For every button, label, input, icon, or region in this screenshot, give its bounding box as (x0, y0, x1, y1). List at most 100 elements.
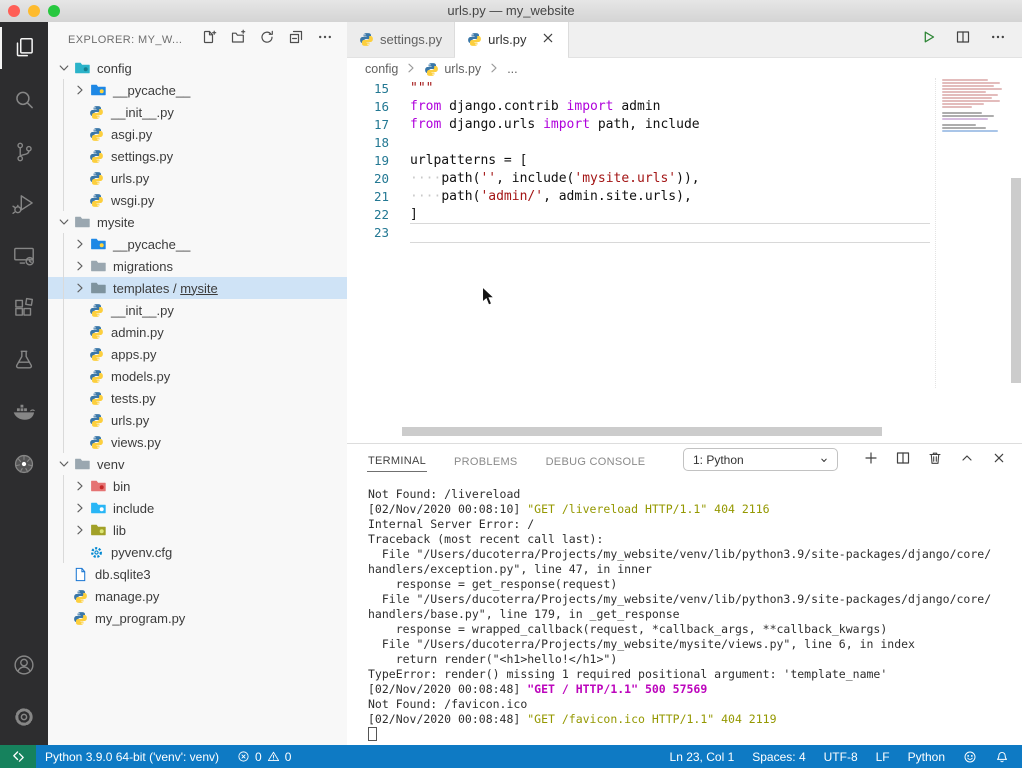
tree-item-asgi.py[interactable]: asgi.py (48, 123, 347, 145)
activity-item-run-debug[interactable] (0, 178, 48, 230)
breadcrumb-item[interactable]: ... (507, 62, 517, 76)
editor-vertical-scrollbar[interactable] (1011, 178, 1021, 383)
tree-item-include[interactable]: include (48, 497, 347, 519)
tree-item-config[interactable]: config (48, 57, 347, 79)
terminal-action-split-terminal[interactable] (895, 450, 911, 471)
extensions-icon (11, 295, 37, 321)
terminal-text: File "/Users/ducoterra/Projects/my_websi… (368, 592, 991, 606)
tree-item-templates[interactable]: templates / mysite (48, 277, 347, 299)
status-eol[interactable]: LF (867, 745, 899, 768)
tree-item-wsgi.py[interactable]: wsgi.py (48, 189, 347, 211)
minimap[interactable] (935, 78, 1006, 388)
status-feedback[interactable] (954, 745, 986, 768)
activity-item-source-control[interactable] (0, 126, 48, 178)
tree-item-__init__.py[interactable]: __init__.py (48, 299, 347, 321)
explorer-action-refresh-explorer[interactable] (259, 29, 275, 50)
tree-item-urls.py[interactable]: urls.py (48, 167, 347, 189)
search-icon (11, 87, 37, 113)
code-line[interactable]: 19urlpatterns = [ (347, 152, 1022, 170)
code-line[interactable]: 17from django.urls import path, include (347, 116, 1022, 134)
status-problems[interactable]: 0 0 (228, 745, 300, 768)
code-line[interactable]: 22] (347, 206, 1022, 224)
remote-indicator[interactable] (0, 745, 36, 768)
activity-item-remote-explorer[interactable] (0, 230, 48, 282)
tree-item-urls.py[interactable]: urls.py (48, 409, 347, 431)
activity-item-accounts[interactable] (0, 639, 48, 691)
terminal-action-maximize-panel[interactable] (959, 450, 975, 471)
editor-action-more-actions[interactable] (990, 29, 1006, 50)
code-line[interactable]: 21····path('admin/', admin.site.urls), (347, 188, 1022, 206)
explorer-action-views-more[interactable] (317, 29, 333, 50)
panel-tab-terminal[interactable]: TERMINAL (367, 448, 427, 472)
tree-indent-guide (63, 233, 64, 453)
status-language-mode[interactable]: Python (899, 745, 954, 768)
activity-item-extensions[interactable] (0, 282, 48, 334)
remote-icon (11, 749, 26, 764)
status-encoding[interactable]: UTF-8 (815, 745, 867, 768)
tree-item-lib[interactable]: lib (48, 519, 347, 541)
explorer-action-new-file[interactable] (201, 29, 217, 50)
tree-indent-guide (63, 475, 64, 563)
code-token: admin (614, 99, 661, 114)
tab-urls-py[interactable]: urls.py (455, 22, 569, 57)
activity-item-settings[interactable] (0, 691, 48, 743)
status-notifications[interactable] (986, 745, 1018, 768)
breadcrumb-item[interactable]: config (365, 62, 398, 76)
tree-item-pyvenv.cfg[interactable]: pyvenv.cfg (48, 541, 347, 563)
activity-item-explorer[interactable] (0, 22, 48, 74)
activity-item-testing[interactable] (0, 334, 48, 386)
tree-item-bin[interactable]: bin (48, 475, 347, 497)
editor-action-split-editor[interactable] (955, 29, 971, 50)
status-cursor-position[interactable]: Ln 23, Col 1 (661, 745, 744, 768)
tab-settings-py[interactable]: settings.py (347, 22, 455, 57)
tree-item-models.py[interactable]: models.py (48, 365, 347, 387)
tree-item-__pycache__[interactable]: __pycache__ (48, 233, 347, 255)
tree-item-migrations[interactable]: migrations (48, 255, 347, 277)
tree-item-views.py[interactable]: views.py (48, 431, 347, 453)
python-icon (88, 192, 105, 208)
code-line[interactable]: 20····path('', include('mysite.urls')), (347, 170, 1022, 188)
tree-item-label: __init__.py (111, 303, 174, 318)
python-icon (88, 170, 105, 186)
code-line[interactable]: 15""" (347, 80, 1022, 98)
activity-item-docker[interactable] (0, 386, 48, 438)
code-line[interactable]: 18 (347, 134, 1022, 152)
tree-item-__init__.py[interactable]: __init__.py (48, 101, 347, 123)
account-icon (11, 652, 37, 678)
terminal-action-kill-terminal[interactable] (927, 450, 943, 471)
explorer-action-new-folder[interactable] (230, 29, 246, 50)
code-line[interactable]: 16from django.contrib import admin (347, 98, 1022, 116)
split-icon (955, 29, 971, 45)
tree-item-settings.py[interactable]: settings.py (48, 145, 347, 167)
terminal-shell-selector[interactable]: 1: Python (683, 448, 838, 471)
activity-item-kubernetes[interactable] (0, 438, 48, 490)
minimap-line (942, 100, 1000, 102)
tree-item-venv[interactable]: venv (48, 453, 347, 475)
panel-tab-debug-console[interactable]: DEBUG CONSOLE (545, 449, 647, 472)
code-editor[interactable]: 15"""16from django.contrib import admin1… (347, 80, 1022, 242)
terminal-output[interactable]: Not Found: /livereload[02/Nov/2020 00:08… (368, 487, 1020, 746)
close-icon[interactable] (540, 30, 556, 49)
feedback-icon (963, 750, 977, 764)
breadcrumb-item[interactable]: urls.py (444, 62, 481, 76)
editor-action-run-file[interactable] (920, 29, 936, 50)
terminal-action-close-panel[interactable] (991, 450, 1007, 471)
editor-horizontal-scrollbar[interactable] (402, 427, 882, 436)
tree-item-admin.py[interactable]: admin.py (48, 321, 347, 343)
tree-item-mysite[interactable]: mysite (48, 211, 347, 233)
status-python-interpreter[interactable]: Python 3.9.0 64-bit ('venv': venv) (36, 745, 228, 768)
tree-item-apps.py[interactable]: apps.py (48, 343, 347, 365)
status-indentation[interactable]: Spaces: 4 (743, 745, 814, 768)
terminal-action-new-terminal[interactable] (863, 450, 879, 471)
panel-tab-problems[interactable]: PROBLEMS (453, 449, 519, 472)
tree-item-my_program.py[interactable]: my_program.py (48, 607, 347, 629)
tree-item-manage.py[interactable]: manage.py (48, 585, 347, 607)
tree-item-tests.py[interactable]: tests.py (48, 387, 347, 409)
editor-area: settings.pyurls.py configurls.py... 15""… (347, 22, 1022, 443)
tree-item-db.sqlite3[interactable]: db.sqlite3 (48, 563, 347, 585)
tree-item-__pycache__[interactable]: __pycache__ (48, 79, 347, 101)
activity-item-search[interactable] (0, 74, 48, 126)
code-line[interactable]: 23 (347, 224, 1022, 242)
python-icon (88, 148, 105, 164)
explorer-action-collapse-folders[interactable] (288, 29, 304, 50)
